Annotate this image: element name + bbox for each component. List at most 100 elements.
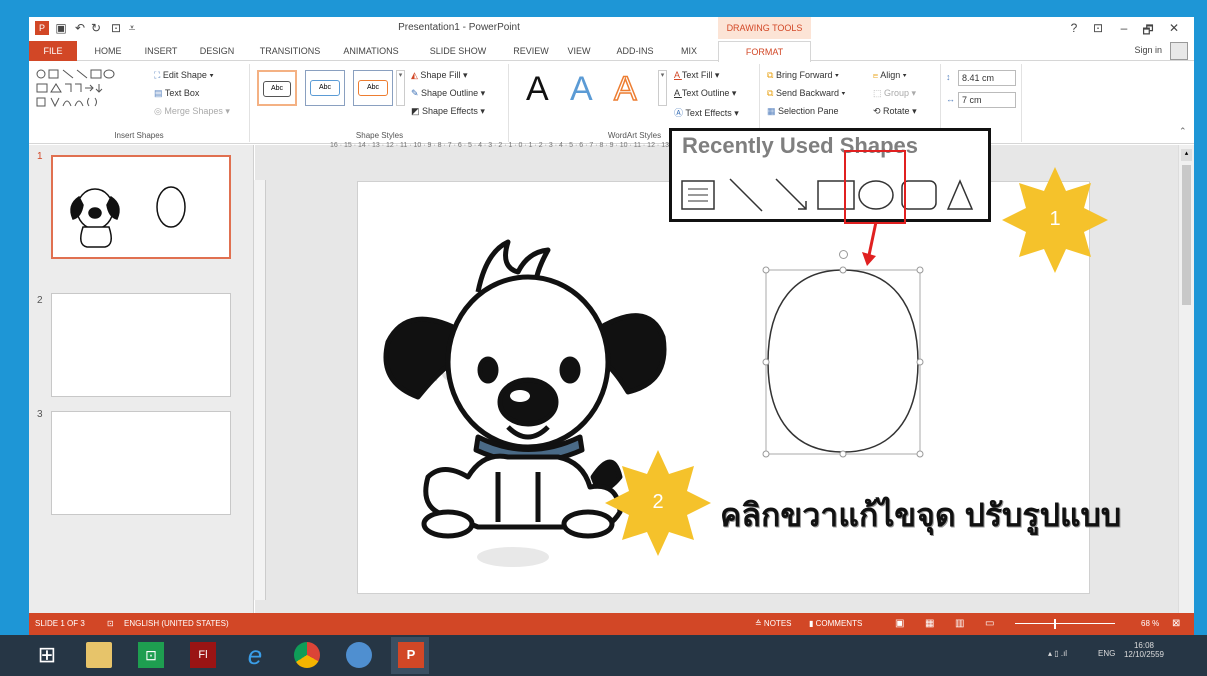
chrome-icon[interactable] — [294, 642, 320, 668]
shape-fill-button[interactable]: ◭ Shape Fill ▾ — [411, 70, 467, 81]
tab-transitions[interactable]: TRANSITIONS — [251, 41, 329, 61]
zoom-slider-thumb[interactable] — [1054, 619, 1056, 629]
wordart-style-orange-outline[interactable]: A — [613, 69, 637, 109]
wordart-style-blue[interactable]: A — [570, 69, 593, 109]
shape-width-input[interactable]: 7 cm — [958, 92, 1016, 108]
browser-shield-icon[interactable] — [346, 642, 372, 668]
shape-effects-label: Shape Effects ▾ — [422, 106, 485, 116]
slide-number-2: 2 — [37, 295, 43, 306]
shape-style-2[interactable]: Abc — [305, 70, 345, 106]
help-button[interactable]: ? — [1065, 21, 1083, 35]
tab-mix[interactable]: MIX — [669, 41, 709, 61]
comments-button[interactable]: ▮ COMMENTS — [809, 613, 862, 635]
slide-thumbnails-panel: 1 2 3 — [29, 145, 254, 613]
recent-shapes-row — [681, 178, 974, 212]
tab-design[interactable]: DESIGN — [191, 41, 243, 61]
shape-styles-more-button[interactable]: ▾ — [396, 70, 405, 106]
tab-add-ins[interactable]: ADD-INS — [607, 41, 663, 61]
slide-show-icon[interactable]: ▭ — [985, 613, 994, 635]
tab-animations[interactable]: ANIMATIONS — [333, 41, 409, 61]
flash-icon[interactable]: Fl — [190, 642, 216, 668]
text-outline-button[interactable]: A Text Outline ▾ — [674, 88, 736, 99]
selection-pane-button[interactable]: ▦ Selection Pane — [767, 106, 839, 117]
internet-explorer-icon[interactable]: e — [242, 642, 268, 668]
rotate-button[interactable]: ⟲ Rotate ▾ — [873, 106, 917, 117]
edit-shape-button[interactable]: ⛶ Edit Shape ▾ — [154, 70, 214, 81]
ribbon-display-options-button[interactable]: ⊡ — [1089, 21, 1107, 35]
zoom-level[interactable]: 68 % — [1141, 613, 1159, 635]
wordart-more-button[interactable]: ▾ — [658, 70, 667, 106]
close-button[interactable]: ✕ — [1165, 21, 1183, 35]
language-indicator[interactable]: ENGLISH (UNITED STATES) — [124, 613, 229, 635]
undo-icon[interactable]: ↶ — [73, 21, 87, 35]
shape-effects-icon: ◩ — [411, 106, 423, 116]
group-button[interactable]: ⬚ Group ▾ — [873, 88, 916, 99]
scroll-up-icon[interactable]: ▴ — [1181, 149, 1192, 161]
save-icon[interactable]: ▣ — [54, 21, 68, 35]
sign-in-link[interactable]: Sign in — [1134, 45, 1162, 55]
wordart-style-black[interactable]: A — [526, 69, 549, 109]
collapse-ribbon-icon[interactable]: ⌃ — [1179, 126, 1187, 137]
merge-shapes-label: Merge Shapes ▾ — [164, 106, 230, 116]
redo-icon[interactable]: ↻ — [89, 21, 103, 35]
shape-style-3[interactable]: Abc — [353, 70, 393, 106]
windows-start-icon[interactable]: ⊞ — [34, 642, 60, 668]
minimize-button[interactable]: – — [1115, 21, 1133, 35]
send-backward-label: Send Backward ▾ — [775, 88, 846, 98]
spell-check-icon[interactable]: ⊡ — [107, 613, 114, 635]
align-label: Align ▾ — [880, 70, 907, 80]
shape-height-input[interactable]: 8.41 cm — [958, 70, 1016, 86]
rotation-handle[interactable] — [839, 250, 848, 259]
reading-view-icon[interactable]: ▥ — [955, 613, 964, 635]
customize-qat-icon[interactable]: ⩡ — [125, 21, 139, 35]
fit-slide-icon[interactable]: ⊠ — [1172, 613, 1180, 635]
status-bar: SLIDE 1 OF 3 ⊡ ENGLISH (UNITED STATES) ≙… — [29, 613, 1194, 635]
shapes-gallery[interactable] — [35, 68, 145, 112]
scrollbar-thumb[interactable] — [1182, 165, 1191, 305]
merge-shapes-button[interactable]: ◎ Merge Shapes ▾ — [154, 106, 230, 117]
shape-outline-button[interactable]: ✎ Shape Outline ▾ — [411, 88, 485, 99]
align-button[interactable]: ⫢ Align ▾ — [873, 70, 906, 81]
selected-oval-shape[interactable] — [760, 264, 930, 464]
tray-icons[interactable]: ▴ ▯ .ıl — [1048, 649, 1067, 658]
slide-thumbnail-3[interactable] — [51, 411, 231, 515]
normal-view-icon[interactable]: ▣ — [895, 613, 904, 635]
tab-file[interactable]: FILE — [29, 41, 77, 61]
tab-format[interactable]: FORMAT — [718, 41, 811, 62]
slide-thumbnail-2[interactable] — [51, 293, 231, 397]
tab-insert[interactable]: INSERT — [137, 41, 185, 61]
slide-thumbnail-1[interactable] — [51, 155, 231, 259]
bring-forward-button[interactable]: ⧉ Bring Forward ▾ — [767, 70, 839, 81]
recently-used-shapes-callout: Recently Used Shapes — [669, 128, 991, 222]
store-icon[interactable]: ⊡ — [138, 642, 164, 668]
text-fill-button[interactable]: A Text Fill ▾ — [674, 70, 719, 81]
text-box-label: Text Box — [164, 88, 200, 98]
file-explorer-icon[interactable] — [86, 642, 112, 668]
slide-sorter-icon[interactable]: ▦ — [925, 613, 934, 635]
windows-taskbar: ⊞ ⊡ Fl e P ▴ ▯ .ıl ENG 16:08 12/10/2559 — [0, 635, 1207, 676]
tab-view[interactable]: VIEW — [559, 41, 599, 61]
text-effects-button[interactable]: Ⓐ Text Effects ▾ — [674, 106, 739, 119]
powerpoint-taskbar-icon[interactable]: P — [398, 642, 424, 668]
user-avatar-icon[interactable] — [1170, 42, 1188, 60]
tab-review[interactable]: REVIEW — [507, 41, 555, 61]
vertical-scrollbar[interactable]: ▴ — [1178, 145, 1194, 613]
input-language[interactable]: ENG — [1098, 649, 1115, 658]
powerpoint-app-icon[interactable]: P — [35, 21, 49, 35]
zoom-slider[interactable] — [1015, 623, 1115, 624]
text-outline-icon: A — [674, 88, 682, 98]
send-backward-button[interactable]: ⧉ Send Backward ▾ — [767, 88, 845, 99]
group-label: Group ▾ — [884, 88, 917, 98]
shape-style-3-label: Abc — [358, 80, 388, 96]
shape-styles-group: Abc Abc Abc ▾ ◭ Shape Fill ▾ ✎ Shape Out… — [251, 64, 509, 142]
slide-number-1: 1 — [37, 151, 43, 162]
notes-button[interactable]: ≙ NOTES — [755, 613, 791, 635]
tab-home[interactable]: HOME — [83, 41, 133, 61]
text-box-button[interactable]: ▤ Text Box — [154, 88, 199, 99]
maximize-button[interactable]: 🗗 — [1139, 21, 1157, 42]
tab-slide-show[interactable]: SLIDE SHOW — [419, 41, 497, 61]
shape-effects-button[interactable]: ◩ Shape Effects ▾ — [411, 106, 485, 117]
shape-style-1[interactable]: Abc — [257, 70, 297, 106]
clock[interactable]: 16:08 12/10/2559 — [1122, 641, 1166, 659]
start-from-beginning-icon[interactable]: ⊡ — [109, 21, 123, 35]
